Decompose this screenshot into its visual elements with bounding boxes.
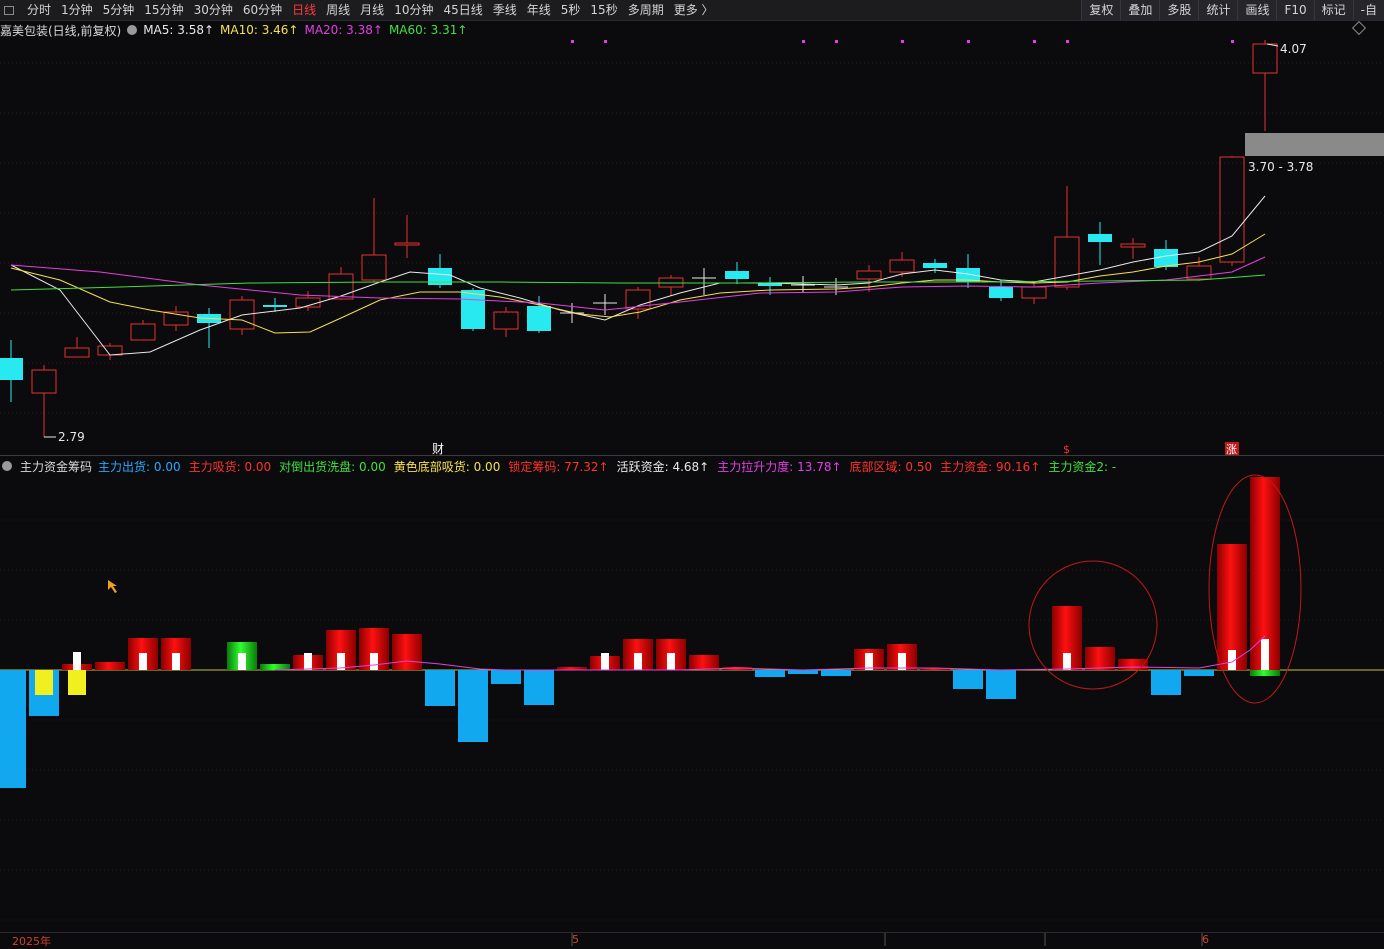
main-force-line [274, 635, 1266, 671]
indicator-legend-item-0: 主力出货: 0.00 [98, 459, 181, 474]
mouse-cursor-icon [108, 580, 117, 593]
signal-dot-1 [604, 40, 607, 43]
indicator-bar-36 [1184, 670, 1214, 676]
signal-dot-7 [1066, 40, 1069, 43]
white-bar-10 [865, 653, 873, 670]
white-bar-7 [601, 653, 609, 670]
indicator-bar-0 [0, 670, 26, 788]
xaxis-label-year: 2025年 [12, 935, 51, 948]
indicator-bar-2 [35, 670, 53, 695]
candle-body-8 [263, 305, 287, 307]
xaxis-label-june: 6 [1202, 933, 1209, 946]
signal-dot-2 [802, 40, 805, 43]
candle-body-11 [361, 254, 387, 281]
candle-body-34 [1120, 243, 1146, 248]
candle-body-3 [97, 345, 123, 356]
indicator-legend-item-8: 主力资金: 90.16↑ [940, 459, 1041, 474]
indicator-legend-item-7: 底部区域: 0.50 [849, 459, 933, 474]
white-bar-1 [139, 653, 147, 670]
candle-body-32 [1054, 236, 1080, 288]
candle-body-28 [923, 263, 947, 268]
white-bar-14 [1261, 639, 1269, 670]
high-price-label: 4.07 [1280, 42, 1307, 56]
candle-body-0 [0, 358, 23, 380]
indicator-bar-33 [1085, 647, 1115, 670]
indicator-legend-item-6: 主力拉升力度: 13.78↑ [717, 459, 842, 474]
signal-dot-6 [1033, 40, 1036, 43]
indicator-legend-item-2: 对倒出货洗盘: 0.00 [279, 459, 386, 474]
indicator-settings-icon[interactable] [2, 461, 12, 471]
candle-body-31 [1021, 286, 1047, 299]
white-bar-4 [304, 653, 312, 670]
indicator-bar-25 [788, 670, 818, 674]
white-bar-12 [1063, 653, 1071, 670]
candle-body-10 [328, 273, 354, 300]
price-range-box [1245, 133, 1384, 156]
ma20-line [10, 256, 1266, 311]
indicator-legend-item-1: 主力吸货: 0.00 [188, 459, 272, 474]
indicator-bar-24 [755, 670, 785, 677]
white-bar-8 [634, 653, 642, 670]
indicator-legend: 主力资金筹码 主力出货: 0.00 主力吸货: 0.00 对倒出货洗盘: 0.00 黄… [0, 457, 1132, 475]
signal-dot-8 [1231, 40, 1234, 43]
indicator-bar-16 [491, 670, 521, 684]
candle-body-20 [658, 277, 684, 288]
candle-body-15 [493, 311, 519, 330]
candle-body-37 [1219, 156, 1245, 263]
signal-dot-5 [967, 40, 970, 43]
white-bar-6 [370, 653, 378, 670]
candle-body-12 [394, 242, 420, 246]
white-bar-0 [73, 652, 81, 670]
candle-body-26 [856, 270, 882, 280]
candle-body-4 [130, 323, 156, 341]
indicator-bar-17 [524, 670, 554, 705]
indicator-bar-35 [1151, 670, 1181, 695]
candle-body-22 [725, 271, 749, 279]
candle-body-27 [889, 259, 915, 273]
candle-body-33 [1088, 234, 1112, 242]
candle-body-30 [989, 287, 1013, 298]
indicator-bar-30 [953, 670, 983, 689]
white-bar-9 [667, 653, 675, 670]
indicator-bar-22 [689, 655, 719, 670]
indicator-bar-14 [425, 670, 455, 706]
indicator-bar-15 [458, 670, 488, 742]
candle-body-16 [527, 306, 551, 331]
indicator-legend-item-9: 主力资金2: - [1048, 459, 1117, 474]
signal-dot-0 [571, 40, 574, 43]
xaxis-label-may: 5 [572, 933, 579, 946]
indicator-legend-item-4: 锁定筹码: 77.32↑ [508, 459, 609, 474]
white-bar-3 [238, 653, 246, 670]
low-price-label: 2.79 [58, 430, 85, 444]
x-axis-line [0, 932, 1384, 933]
indicator-bar-26 [821, 670, 851, 676]
indicator-legend-item-3: 黄色底部吸货: 0.00 [393, 459, 501, 474]
indicator-bar-9 [260, 664, 290, 670]
signal-dot-3 [835, 40, 838, 43]
indicator-bar-3 [68, 670, 86, 695]
indicator-legend-item-5: 活跃资金: 4.68↑ [616, 459, 710, 474]
white-bar-2 [172, 653, 180, 670]
candle-body-14 [461, 290, 485, 329]
price-range-label: 3.70 - 3.78 [1248, 160, 1313, 174]
indicator-name[interactable]: 主力资金筹码 [20, 458, 92, 475]
candle-body-38 [1252, 43, 1278, 74]
candle-body-2 [64, 347, 90, 358]
indicator-bar-39 [1250, 670, 1280, 676]
signal-dot-4 [901, 40, 904, 43]
indicator-bar-13 [392, 634, 422, 670]
candle-body-1 [31, 369, 57, 394]
marker-cai: 财 [432, 442, 444, 456]
white-bar-11 [898, 653, 906, 670]
pane-divider[interactable] [0, 455, 1384, 456]
indicator-bar-31 [986, 670, 1016, 699]
indicator-bar-5 [95, 662, 125, 670]
ma5-line [10, 195, 1266, 356]
